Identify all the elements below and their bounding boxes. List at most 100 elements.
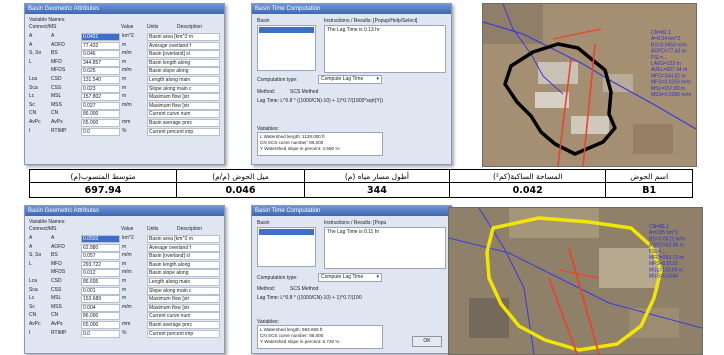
- attribute-units: m: [122, 286, 127, 293]
- attributes-window-bottom: Basin Geometric Attributes Variable Name…: [24, 205, 225, 354]
- attributes-header-bottom: Variable Names: Connect/MS Value Units D…: [29, 219, 220, 233]
- attribute-units: m/m: [122, 252, 132, 259]
- map-attribute-label: FSL=...: [649, 249, 665, 255]
- attribute-units: mm: [122, 118, 131, 125]
- attribute-row[interactable]: Lc MSL 153.689 m Maximum flow [str: [29, 294, 220, 304]
- attribute-units: %: [122, 127, 127, 134]
- map-attribute-label: MSL=157.80 m: [651, 86, 685, 92]
- attribute-code: CSS: [51, 84, 62, 91]
- attribute-code: MSL: [51, 93, 62, 100]
- attribute-value: 0.0: [81, 329, 120, 338]
- attribute-value: 0.0: [81, 127, 120, 136]
- map-attribute-label: LAVG=122 m: [651, 61, 681, 67]
- attributes-list-bottom: A A 0.0503 km^2 Basin area [km^2 m A AOFD 62.88…: [29, 234, 220, 338]
- attribute-row[interactable]: S, So BS 0.057 m/m Basin [overland] sl: [29, 251, 220, 261]
- attribute-abbrev: A: [29, 41, 33, 48]
- computation-type-label-top: Computation type:: [257, 77, 298, 83]
- attribute-row[interactable]: Lca CSD 86.695 m Length along main: [29, 277, 220, 286]
- attribute-row[interactable]: CN CN 86.000 Current curve num: [29, 311, 220, 321]
- attribute-row[interactable]: S, So BS 0.046 m/m Basin [overland] sl: [29, 49, 220, 59]
- attribute-code: CSS: [51, 286, 62, 293]
- table-header-row: اسم الحوض المساحة الساكبة(كم²) أطول مسار…: [29, 169, 693, 183]
- attribute-abbrev: S, So: [29, 252, 42, 259]
- results-box-top[interactable]: The Lag Time is 0.13 hr: [324, 25, 446, 73]
- attribute-row[interactable]: Sc MSS 0.027 m/m Maximum flow [str: [29, 101, 220, 110]
- attribute-abbrev: AvPc: [29, 320, 41, 327]
- basin-label-top: Basin: [257, 18, 270, 24]
- lag-window-bottom: Basin Time Computation Basin Instruction…: [251, 205, 452, 354]
- basin-list-item[interactable]: [259, 27, 314, 33]
- attribute-abbrev: S, So: [29, 50, 42, 57]
- map-bottom-graphic: CN=86.1A=0.05 km^2BS=0.0572 m/mAOFD=62.8…: [449, 208, 702, 354]
- attribute-abbrev: Lc: [29, 295, 35, 302]
- map-attribute-label: A=0.04 km^2: [651, 36, 680, 42]
- cell-basin-slope: 0.046: [175, 182, 305, 198]
- attribute-row[interactable]: I RTIMP 0.0% Current percent imp: [29, 127, 220, 136]
- map-attribute-label: FSL=...: [651, 55, 667, 61]
- attribute-row[interactable]: AvPc AvPs 65.000 mm Basin average prec: [29, 118, 220, 127]
- attribute-row[interactable]: AvPc AvPs 65.000 mm Basin average prec: [29, 320, 220, 329]
- attribute-code: MFD: [51, 260, 62, 267]
- attribute-row[interactable]: Lca CSD 131.540 m Length along main: [29, 75, 220, 84]
- attribute-abbrev: L: [29, 58, 32, 65]
- map-attribute-label: BS=0.0453 m/m: [651, 42, 687, 48]
- basin-list-item[interactable]: [259, 229, 314, 235]
- attribute-abbrev: Sca: [29, 286, 38, 293]
- basin-list-top[interactable]: [257, 25, 316, 71]
- header-area: المساحة الساكبة(كم²): [448, 169, 607, 183]
- header-abbrev: Connect/MS: [29, 24, 57, 30]
- header-variable-names: Variable Names:: [29, 17, 66, 23]
- attribute-row[interactable]: MFDS 0.012 m/m Basin slope along: [29, 268, 220, 278]
- lag-title-top: Basin Time Computation: [252, 4, 451, 14]
- cell-area: 0.042: [448, 182, 607, 198]
- attribute-row[interactable]: Lc MSL 157.802 m Maximum flow [str: [29, 92, 220, 102]
- basin-label-bottom: Basin: [257, 220, 270, 226]
- attribute-units: km^2: [122, 33, 134, 39]
- map-top-graphic: CN=82.1A=0.04 km^2BS=0.0453 m/mAOFD=77.4…: [483, 4, 696, 166]
- attribute-row[interactable]: Sca CSS 0.001 m Slope along main c: [29, 286, 220, 295]
- lag-title-bottom: Basin Time Computation: [252, 206, 451, 216]
- attribute-units: m/m: [122, 67, 132, 74]
- map-attribute-label: MSS=0.0266 m/m: [651, 92, 691, 98]
- attribute-code: A: [51, 33, 55, 39]
- attribute-row[interactable]: A A 0.0503 km^2 Basin area [km^2 m: [29, 234, 220, 243]
- attribute-abbrev: Sc: [29, 101, 35, 108]
- header-description: Description: [177, 24, 203, 30]
- formula-top: Lag Time: L^0.8 * ((1000/CN)-10) + 1)^0.…: [257, 98, 383, 104]
- attribute-code: AvPs: [51, 118, 63, 125]
- method-value-bottom: SCS Method: [290, 286, 319, 292]
- basin-list-bottom[interactable]: [257, 227, 316, 267]
- results-text-top: The Lag Time is 0.13 hr: [327, 27, 380, 33]
- results-text-bottom: The Lag Time is 0.11 hr: [327, 229, 380, 235]
- header-variable-names: Variable Names:: [29, 219, 66, 225]
- computation-type-select-top[interactable]: Compute Lag Time ▾: [318, 75, 382, 84]
- map-attribute-label: AOFD=62.88 m: [649, 243, 684, 249]
- attribute-units: m/m: [122, 269, 132, 276]
- header-units: Units: [147, 24, 159, 30]
- header-value: Value: [121, 226, 134, 232]
- attributes-title-top: Basin Geometric Attributes: [25, 4, 224, 14]
- variables-box-bottom: L Watershed length: 963.656 ft CN SCS cu…: [257, 325, 383, 349]
- map-attribute-label: MFD=344.82 m: [651, 73, 686, 79]
- attribute-code: CSD: [51, 75, 62, 82]
- attribute-row[interactable]: I RTIMP 0.0% Current percent imp: [29, 329, 220, 338]
- map-attribute-label: CN=86.1: [649, 224, 669, 230]
- variable-line: Y Watershed slope in percent: 5.720 %: [260, 339, 340, 344]
- attribute-row[interactable]: L MFD 344.857 m Basin length along: [29, 58, 220, 67]
- attribute-abbrev: I: [29, 329, 31, 336]
- results-box-bottom[interactable]: The Lag Time is 0.11 hr: [324, 227, 446, 269]
- attribute-row[interactable]: A AOFD 62.880 m Average overland f: [29, 243, 220, 252]
- method-label-top: Method:: [257, 89, 276, 95]
- attribute-row[interactable]: MFDS 0.025 m/m Basin slope along: [29, 66, 220, 76]
- attribute-row[interactable]: Sca CSS 0.023 m Slope along main c: [29, 84, 220, 93]
- attribute-row[interactable]: Sc MSS 0.004 m/m Maximum flow [str: [29, 303, 220, 312]
- attribute-row[interactable]: L MFD 293.722 m Basin length along: [29, 260, 220, 269]
- attribute-row[interactable]: A A 0.0421 km^2 Basin area [km^2 m: [29, 32, 220, 41]
- map-attribute-label: MFS=0.0259 m/m: [651, 80, 691, 86]
- ok-button[interactable]: OK: [412, 336, 442, 347]
- attribute-row[interactable]: CN CN 86.000 Current curve num: [29, 109, 220, 119]
- map-attribute-label: BS=0.0572 m/m: [649, 236, 685, 242]
- attribute-row[interactable]: A AOFD 77.432 m Average overland f: [29, 41, 220, 50]
- attributes-header-top: Variable Names: Connect/MS Value Units D…: [29, 17, 220, 31]
- computation-type-select-bottom[interactable]: Compute Lag Time ▾: [318, 273, 382, 282]
